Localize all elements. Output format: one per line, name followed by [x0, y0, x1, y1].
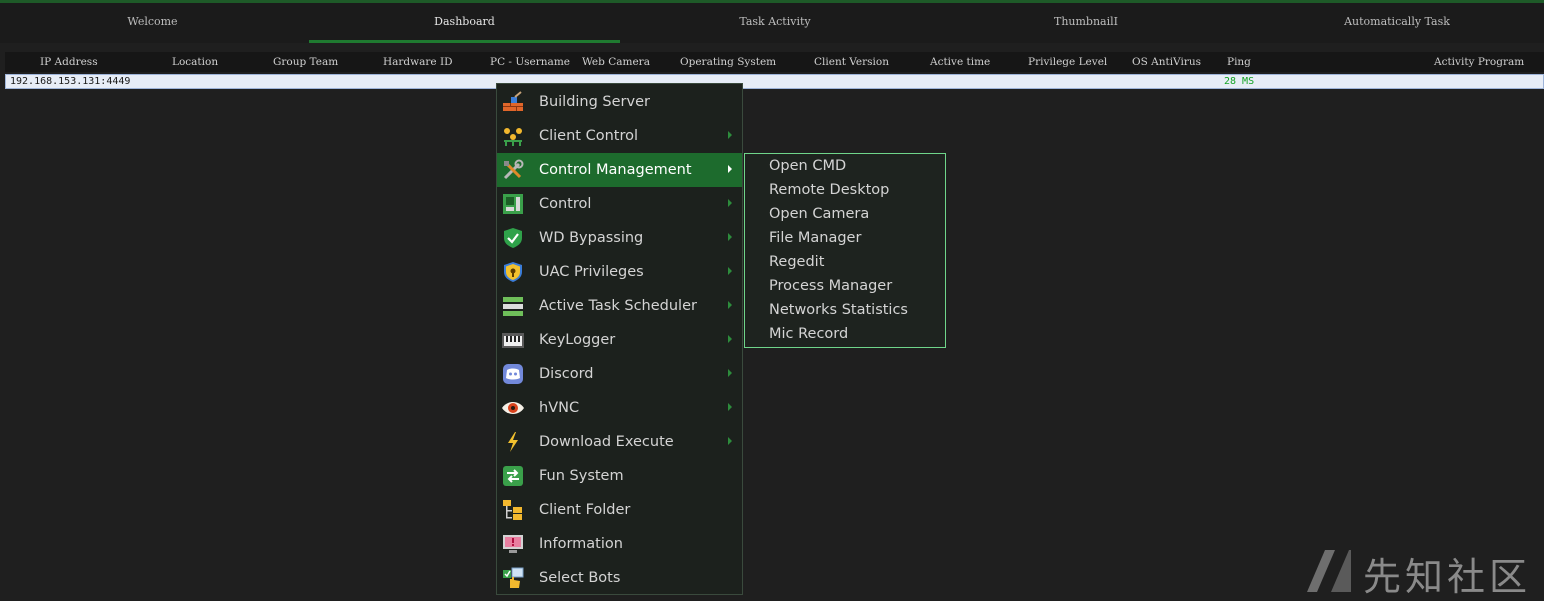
folder-tree-icon: [503, 500, 522, 520]
table-row[interactable]: 192.168.153.131:4449 28 MS: [5, 74, 1544, 89]
keyboard-icon: [502, 333, 524, 348]
menu-item-fun-system[interactable]: Fun System: [497, 459, 742, 493]
submenu-item-label: Mic Record: [769, 326, 849, 342]
column-ping[interactable]: Ping: [1227, 52, 1251, 72]
submenu-arrow-icon: [728, 335, 732, 343]
column-pc-username[interactable]: PC - Username: [490, 52, 570, 72]
menu-item-uac-privileges[interactable]: UAC Privileges: [497, 255, 742, 289]
submenu-item-file-manager[interactable]: File Manager: [745, 226, 945, 250]
submenu-arrow-icon: [728, 199, 732, 207]
submenu-item-open-cmd[interactable]: Open CMD: [745, 154, 945, 178]
column-active-time[interactable]: Active time: [930, 52, 990, 72]
submenu-item-label: Open Camera: [769, 206, 870, 222]
menu-item-client-folder[interactable]: Client Folder: [497, 493, 742, 527]
menu-item-hvnc[interactable]: hVNC: [497, 391, 742, 425]
motherboard-icon: [503, 194, 523, 214]
tab-welcome[interactable]: Welcome: [0, 3, 305, 43]
menu-item-label: KeyLogger: [539, 332, 616, 348]
submenu-item-regedit[interactable]: Regedit: [745, 250, 945, 274]
menu-item-keylogger[interactable]: KeyLogger: [497, 323, 742, 357]
discord-icon: [503, 364, 523, 384]
watermark: 先知社区: [1305, 544, 1535, 599]
watermark-text: 先知社区: [1363, 555, 1532, 599]
submenu-item-label: Process Manager: [769, 278, 893, 294]
lightning-icon: [508, 432, 518, 452]
submenu-item-process-manager[interactable]: Process Manager: [745, 274, 945, 298]
menu-item-label: Building Server: [539, 94, 650, 110]
submenu-item-label: Open CMD: [769, 158, 847, 174]
column-ip-address[interactable]: IP Address: [40, 52, 98, 72]
menu-item-label: Control: [539, 196, 592, 212]
submenu-item-remote-desktop[interactable]: Remote Desktop: [745, 178, 945, 202]
menu-item-label: Client Control: [539, 128, 639, 144]
submenu-arrow-icon: [728, 165, 732, 173]
menu-item-label: hVNC: [539, 400, 580, 416]
menu-item-active-task-scheduler[interactable]: Active Task Scheduler: [497, 289, 742, 323]
info-monitor-icon: [503, 535, 523, 553]
select-hand-icon: [503, 567, 524, 588]
menu-item-label: WD Bypassing: [539, 230, 644, 246]
tab-dashboard[interactable]: Dashboard: [309, 3, 620, 43]
menu-item-label: Client Folder: [539, 502, 631, 518]
cell-ping: 28 MS: [1224, 76, 1255, 87]
submenu-arrow-icon: [728, 233, 732, 241]
submenu-item-mic-record[interactable]: Mic Record: [745, 322, 945, 346]
cell-ip-address: 192.168.153.131:4449: [10, 76, 131, 87]
menu-item-label: Select Bots: [539, 570, 621, 586]
submenu-item-open-camera[interactable]: Open Camera: [745, 202, 945, 226]
menu-item-label: Information: [539, 536, 623, 552]
shield-check-icon: [504, 228, 522, 248]
fun-system-icon: [503, 466, 523, 486]
submenu-arrow-icon: [728, 369, 732, 377]
menu-item-label: Fun System: [539, 468, 624, 484]
tab-thumbnail[interactable]: ThumbnailI: [930, 3, 1242, 43]
submenu-item-label: Networks Statistics: [769, 302, 908, 318]
column-web-camera[interactable]: Web Camera: [582, 52, 650, 72]
column-activity-program[interactable]: Activity Program: [1434, 52, 1524, 72]
menu-item-control-management[interactable]: Control Management: [497, 153, 742, 187]
submenu-arrow-icon: [728, 267, 732, 275]
eye-icon: [502, 402, 524, 414]
column-location[interactable]: Location: [172, 52, 218, 72]
client-control-icon: [504, 128, 522, 146]
submenu-item-label: Remote Desktop: [769, 182, 890, 198]
tab-automatically-task[interactable]: Automatically Task: [1242, 3, 1544, 43]
column-operating-system[interactable]: Operating System: [680, 52, 776, 72]
watermark-logo-icon: [1307, 550, 1351, 592]
menu-item-label: Download Execute: [539, 434, 674, 450]
tools-icon: [503, 159, 524, 180]
building-server-icon: [503, 91, 523, 111]
submenu-arrow-icon: [728, 131, 732, 139]
column-client-version[interactable]: Client Version: [814, 52, 889, 72]
menu-item-building-server[interactable]: Building Server: [497, 85, 742, 119]
menu-item-label: Active Task Scheduler: [539, 298, 697, 314]
context-menu: Building Server Client Control Control M…: [496, 83, 743, 595]
column-os-antivirus[interactable]: OS AntiVirus: [1132, 52, 1201, 72]
submenu-arrow-icon: [728, 437, 732, 445]
menu-item-wd-bypassing[interactable]: WD Bypassing: [497, 221, 742, 255]
control-management-submenu: Open CMD Remote Desktop Open Camera File…: [744, 153, 946, 348]
menu-item-client-control[interactable]: Client Control: [497, 119, 742, 153]
menu-item-label: Discord: [539, 366, 594, 382]
submenu-arrow-icon: [728, 301, 732, 309]
submenu-item-label: Regedit: [769, 254, 825, 270]
column-privilege-level[interactable]: Privilege Level: [1028, 52, 1107, 72]
menu-item-download-execute[interactable]: Download Execute: [497, 425, 742, 459]
menu-item-discord[interactable]: Discord: [497, 357, 742, 391]
submenu-arrow-icon: [728, 403, 732, 411]
task-list-icon: [503, 297, 523, 316]
submenu-item-networks-statistics[interactable]: Networks Statistics: [745, 298, 945, 322]
menu-item-select-bots[interactable]: Select Bots: [497, 561, 742, 595]
tab-bar: Welcome Dashboard Task Activity Thumbnai…: [0, 3, 1544, 43]
column-hardware-id[interactable]: Hardware ID: [383, 52, 453, 72]
submenu-item-label: File Manager: [769, 230, 862, 246]
column-group-team[interactable]: Group Team: [273, 52, 338, 72]
shield-lock-icon: [504, 262, 522, 282]
menu-item-information[interactable]: Information: [497, 527, 742, 561]
menu-item-label: UAC Privileges: [539, 264, 644, 280]
clients-table-header: IP Address Location Group Team Hardware …: [5, 52, 1544, 72]
menu-item-label: Control Management: [539, 162, 692, 178]
menu-item-control[interactable]: Control: [497, 187, 742, 221]
tab-task-activity[interactable]: Task Activity: [620, 3, 930, 43]
